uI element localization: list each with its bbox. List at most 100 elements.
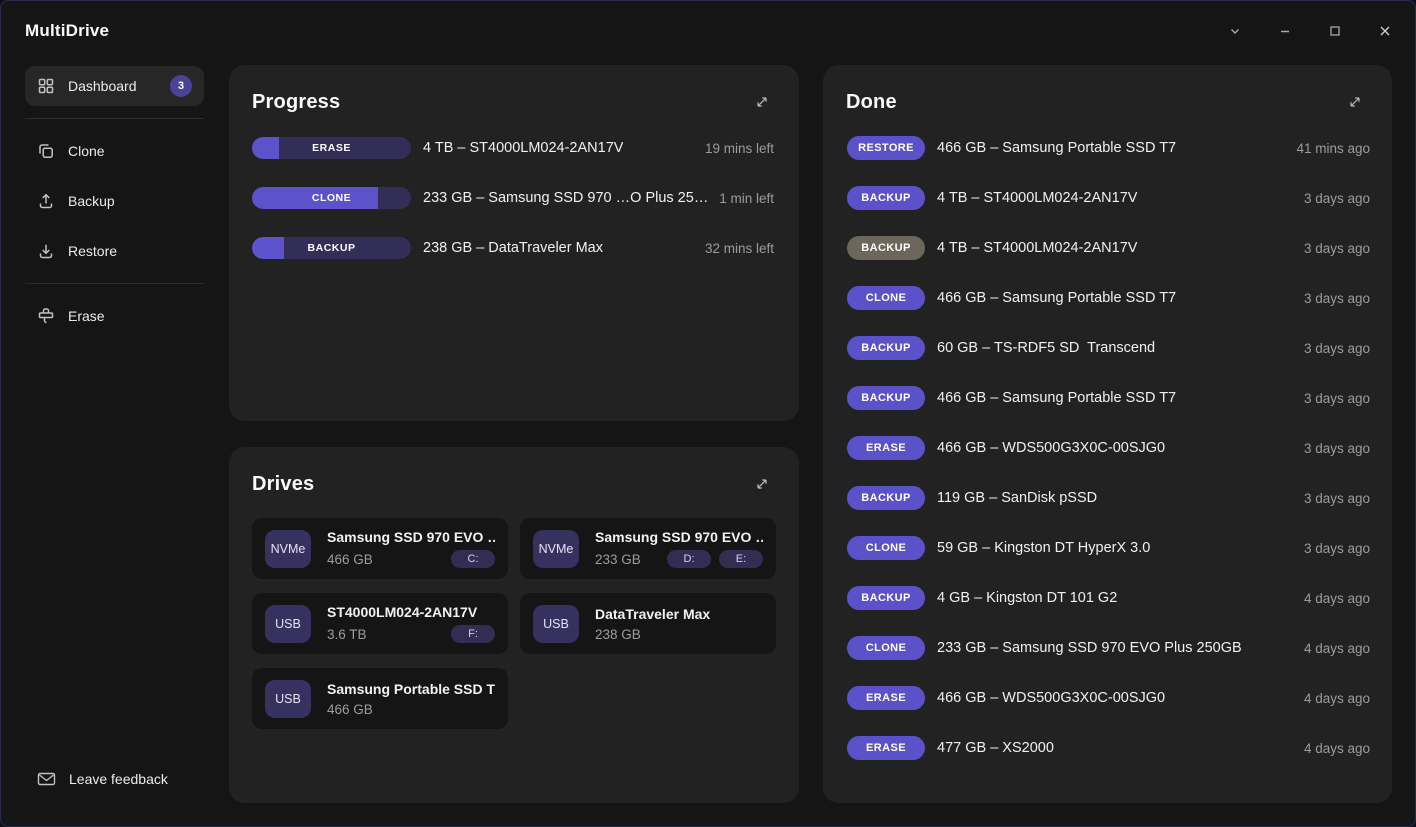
window-controls: [1227, 23, 1393, 39]
time-ago-label: 3 days ago: [1303, 390, 1370, 406]
operation-badge: ERASE: [847, 686, 925, 710]
drive-label: 466 GB – Samsung Portable SSD T7: [937, 390, 1177, 406]
drive-label: 4 GB – Kingston DT 101 G2: [937, 590, 1118, 606]
progress-panel: Progress ERASE 4 TB – ST4000LM024-2AN17V…: [229, 65, 799, 421]
operation-badge: CLONE: [847, 286, 925, 310]
drive-card[interactable]: USB DataTraveler Max 238 GB: [520, 593, 776, 654]
operation-badge: BACKUP: [847, 386, 925, 410]
time-left-label: 19 mins left: [704, 140, 774, 156]
chevron-down-icon[interactable]: [1227, 23, 1243, 39]
minimize-icon[interactable]: [1277, 23, 1293, 39]
sidebar-item-label: Erase: [68, 308, 105, 324]
drive-label: 233 GB – Samsung SSD 970 …O Plus 250GB: [423, 190, 710, 206]
sidebar: Dashboard 3 Clone Backup Restore Erase: [25, 66, 204, 346]
time-left-label: 32 mins left: [704, 240, 774, 256]
expand-icon[interactable]: [749, 471, 775, 497]
sidebar-divider: [25, 118, 204, 119]
drives-title: Drives: [252, 472, 315, 495]
drive-type-badge: USB: [265, 679, 311, 718]
progress-row: CLONE 233 GB – Samsung SSD 970 …O Plus 2…: [229, 173, 799, 223]
sidebar-item[interactable]: Dashboard 3: [25, 66, 204, 106]
done-row: BACKUP 4 TB – ST4000LM024-2AN17V 3 days …: [823, 173, 1392, 223]
sidebar-item-label: Restore: [68, 243, 118, 259]
drive-label: 466 GB – Samsung Portable SSD T7: [937, 140, 1177, 156]
drive-capacity: 466 GB: [327, 701, 373, 717]
drive-name: Samsung SSD 970 EVO …: [595, 529, 763, 545]
progress-row: BACKUP 238 GB – DataTraveler Max 32 mins…: [229, 223, 799, 273]
expand-icon[interactable]: [749, 89, 775, 115]
operation-badge: ERASE: [847, 436, 925, 460]
operation-badge: CLONE: [847, 636, 925, 660]
progress-row: ERASE 4 TB – ST4000LM024-2AN17V 19 mins …: [229, 123, 799, 173]
progress-list: ERASE 4 TB – ST4000LM024-2AN17V 19 mins …: [229, 123, 799, 273]
drive-card[interactable]: NVMe Samsung SSD 970 EVO … 233 GB D: E:: [520, 518, 776, 579]
drive-name: Samsung Portable SSD T7: [327, 680, 495, 697]
sidebar-item-label: Dashboard: [68, 78, 137, 94]
drive-letter-chip: D:: [667, 550, 711, 568]
done-row: BACKUP 466 GB – Samsung Portable SSD T7 …: [823, 373, 1392, 423]
drive-type-badge: NVMe: [533, 529, 579, 568]
drive-label: 238 GB – DataTraveler Max: [423, 240, 603, 256]
drive-label: 4 TB – ST4000LM024-2AN17V: [423, 140, 624, 156]
done-row: BACKUP 119 GB – SanDisk pSSD 3 days ago: [823, 473, 1392, 523]
drive-capacity: 238 GB: [595, 626, 641, 642]
time-ago-label: 4 days ago: [1303, 740, 1370, 756]
operation-label: CLONE: [311, 192, 352, 204]
leave-feedback-button[interactable]: Leave feedback: [37, 771, 168, 787]
drive-letter-list: C:: [451, 550, 495, 568]
operation-badge: BACKUP: [847, 586, 925, 610]
sidebar-item[interactable]: Erase: [25, 296, 204, 336]
drive-label: 60 GB – TS-RDF5 SD Transcend: [937, 340, 1156, 356]
progress-bar: BACKUP: [252, 237, 411, 259]
operation-badge: CLONE: [847, 536, 925, 560]
sidebar-item[interactable]: Backup: [25, 181, 204, 221]
time-ago-label: 3 days ago: [1303, 340, 1370, 356]
time-ago-label: 3 days ago: [1303, 440, 1370, 456]
done-list: RESTORE 466 GB – Samsung Portable SSD T7…: [823, 123, 1392, 773]
drive-label: 466 GB – Samsung Portable SSD T7: [937, 290, 1177, 306]
erase-icon: [37, 307, 55, 325]
maximize-icon[interactable]: [1327, 23, 1343, 39]
drive-label: 4 TB – ST4000LM024-2AN17V: [937, 190, 1138, 206]
drive-letter-list: D: E:: [667, 550, 763, 568]
restore-icon: [37, 242, 55, 260]
sidebar-item[interactable]: Clone: [25, 131, 204, 171]
sidebar-item-label: Backup: [68, 193, 115, 209]
progress-bar: CLONE: [252, 187, 411, 209]
sidebar-divider: [25, 283, 204, 284]
expand-icon[interactable]: [1342, 89, 1368, 115]
done-row: BACKUP 4 TB – ST4000LM024-2AN17V 3 days …: [823, 223, 1392, 273]
done-row: CLONE 233 GB – Samsung SSD 970 EVO Plus …: [823, 623, 1392, 673]
drive-capacity: 3.6 TB: [327, 626, 367, 642]
drive-card[interactable]: NVMe Samsung SSD 970 EVO … 466 GB C:: [252, 518, 508, 579]
operation-badge: BACKUP: [847, 486, 925, 510]
progress-title: Progress: [252, 90, 341, 113]
done-row: CLONE 59 GB – Kingston DT HyperX 3.0 3 d…: [823, 523, 1392, 573]
drive-card[interactable]: USB ST4000LM024-2AN17V 3.6 TB F:: [252, 593, 508, 654]
done-row: ERASE 477 GB – XS2000 4 days ago: [823, 723, 1392, 773]
drive-card[interactable]: USB Samsung Portable SSD T7 466 GB: [252, 668, 508, 729]
time-ago-label: 4 days ago: [1303, 590, 1370, 606]
drive-letter-list: F:: [451, 625, 495, 643]
done-row: BACKUP 60 GB – TS-RDF5 SD Transcend 3 da…: [823, 323, 1392, 373]
time-ago-label: 4 days ago: [1303, 640, 1370, 656]
leave-feedback-label: Leave feedback: [69, 771, 168, 787]
time-ago-label: 3 days ago: [1303, 490, 1370, 506]
sidebar-item-label: Clone: [68, 143, 105, 159]
operation-label: ERASE: [312, 142, 351, 154]
drive-name: Samsung SSD 970 EVO …: [327, 529, 495, 545]
time-left-label: 1 min left: [719, 190, 774, 206]
sidebar-item[interactable]: Restore: [25, 231, 204, 271]
drive-label: 466 GB – WDS500G3X0C-00SJG0: [937, 690, 1166, 706]
progress-bar: ERASE: [252, 137, 411, 159]
close-icon[interactable]: [1377, 23, 1393, 39]
time-ago-label: 41 mins ago: [1296, 140, 1370, 156]
time-ago-label: 3 days ago: [1303, 290, 1370, 306]
app-window: MultiDrive Dashboard 3 Clone Backup Rest…: [0, 0, 1416, 827]
envelope-icon: [37, 771, 56, 787]
drive-label: 59 GB – Kingston DT HyperX 3.0: [937, 540, 1151, 556]
done-title: Done: [846, 90, 897, 113]
time-ago-label: 3 days ago: [1303, 190, 1370, 206]
drive-type-badge: NVMe: [265, 529, 311, 568]
operation-label: BACKUP: [307, 242, 356, 254]
